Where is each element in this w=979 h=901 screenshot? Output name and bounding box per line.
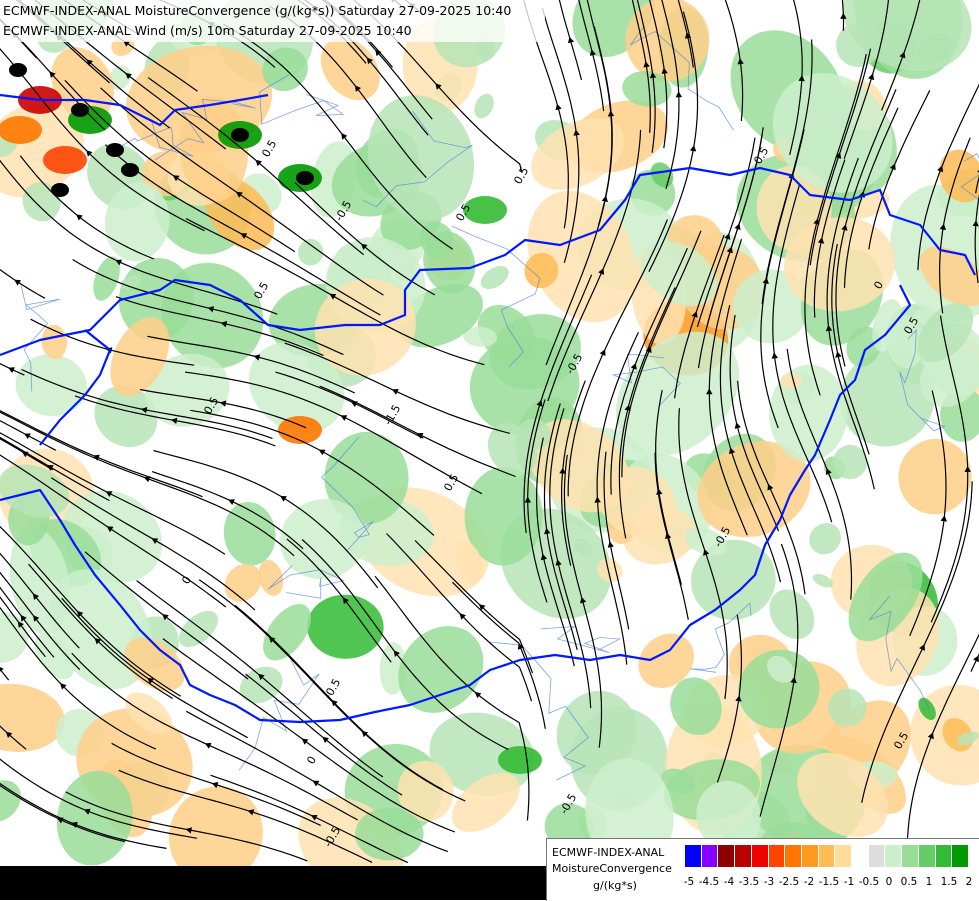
title-line-1: ECMWF-INDEX-ANAL MoistureConvergence (g/… [3,3,511,18]
legend-tick: -4 [724,876,734,888]
weather-map: 0.50.5-0.5-1.50.5-0.500.50.5-0.500.5-0.5… [0,0,979,900]
legend-tick: -3.5 [739,876,760,888]
contour-label: 0.5 [259,138,279,160]
legend-tick: -4.5 [699,876,720,888]
legend-tick: -1 [844,876,854,888]
title-line-2: ECMWF-INDEX-ANAL Wind (m/s) 10m Saturday… [3,23,412,38]
legend-tick: -5 [684,876,694,888]
legend-swatch [869,845,886,867]
legend-swatch [752,845,769,867]
legend-swatch [885,845,902,867]
legend-tick: -0.5 [859,876,880,888]
contour-label: 0.5 [511,165,531,187]
contour-label: -1.5 [381,402,403,427]
bottom-black-bar [0,866,546,900]
legend-tick: -3 [764,876,774,888]
contour-label: -0.5 [321,676,343,701]
legend-parameter: MoistureConvergence [552,862,672,875]
color-legend: ECMWF-INDEX-ANAL MoistureConvergence g/(… [546,838,979,901]
title-block: ECMWF-INDEX-ANAL MoistureConvergence (g/… [0,0,545,42]
legend-swatch [919,845,936,867]
legend-swatch [802,845,819,867]
legend-tick: -1.5 [819,876,840,888]
legend-swatch [952,845,969,867]
legend-swatch [735,845,752,867]
legend-swatch [936,845,953,867]
legend-ticks: -5 -4.5 -4 -3.5 -3 -2.5 -2 -1.5 -1 -0.5 0 0.5 1 1.5 2 [685,876,975,890]
legend-tick: 1 [926,876,933,888]
legend-swatch [785,845,802,867]
legend-unit: g/(kg*s) [593,879,637,892]
legend-tick: 1.5 [941,876,958,888]
legend-swatch [835,845,852,867]
legend-swatch [718,845,735,867]
legend-swatch [852,845,869,867]
legend-tick: 0.5 [901,876,918,888]
legend-tick: -2.5 [779,876,800,888]
legend-swatch [819,845,836,867]
legend-swatches [685,845,969,867]
contour-label: 0 [179,574,194,587]
legend-swatch [769,845,786,867]
legend-swatch [902,845,919,867]
legend-model: ECMWF-INDEX-ANAL [552,846,664,859]
legend-tick: -2 [804,876,814,888]
moisture-convergence-fill [0,0,979,900]
legend-tick: 2 [966,876,973,888]
contour-label: 0.5 [441,472,461,494]
legend-swatch [702,845,719,867]
contour-label: 0 [304,754,319,767]
legend-swatch [685,845,702,867]
legend-tick: 0 [886,876,893,888]
